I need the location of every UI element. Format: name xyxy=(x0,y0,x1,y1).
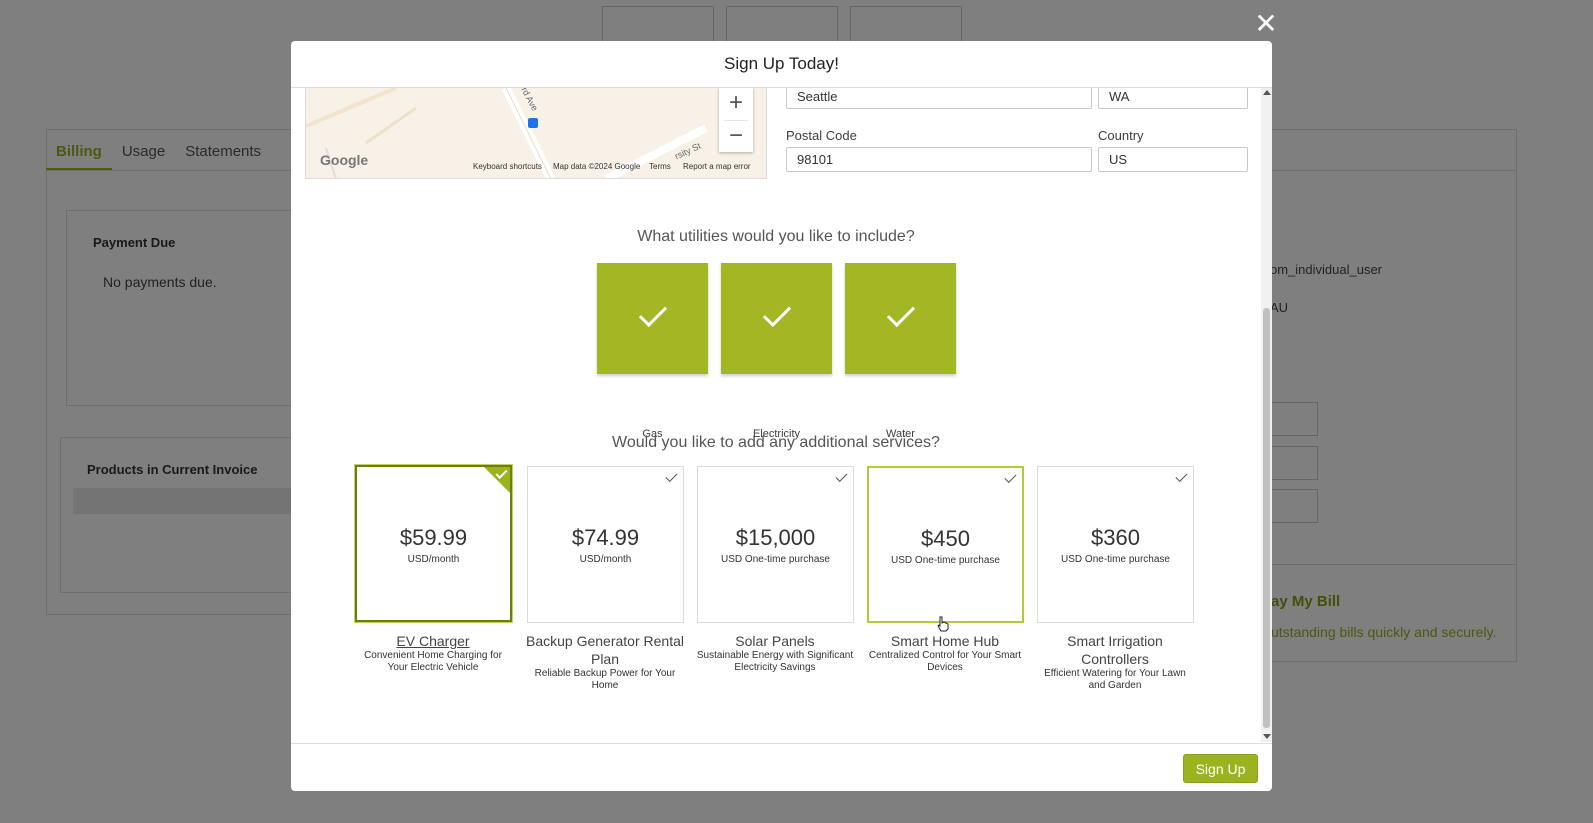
check-icon xyxy=(1175,469,1188,483)
service-price: $450 xyxy=(921,526,970,551)
service-price: $74.99 xyxy=(571,525,640,550)
utilities-question: What utilities would you like to include… xyxy=(637,228,915,245)
country-label: Country xyxy=(1098,128,1144,143)
service-price-unit: USD/month xyxy=(579,554,632,565)
service-name-backup-generator[interactable]: Backup Generator Rental Plan xyxy=(525,632,685,668)
service-card-solar-panels[interactable]: $15,000 USD One-time purchase xyxy=(697,466,854,623)
check-icon xyxy=(886,298,916,328)
map[interactable]: rd Ave rsity St + − Google Keyboard shor… xyxy=(305,88,767,179)
utility-tile-water[interactable] xyxy=(845,263,956,374)
postal-code-field[interactable]: 98101 xyxy=(786,147,1092,172)
service-name-solar-panels[interactable]: Solar Panels xyxy=(695,632,855,650)
service-price-unit: USD One-time purchase xyxy=(891,555,1000,566)
service-description: Reliable Backup Power for Your Home xyxy=(534,668,676,691)
country-field[interactable]: US xyxy=(1098,147,1248,172)
modal-body: rd Ave rsity St + − Google Keyboard shor… xyxy=(291,88,1272,742)
modal-scrollbar[interactable] xyxy=(1261,88,1272,742)
utility-tile-electricity[interactable] xyxy=(721,263,832,374)
hand-cursor-icon xyxy=(937,616,949,632)
scrollbar-thumb[interactable] xyxy=(1263,308,1270,728)
scroll-down-icon[interactable] xyxy=(1263,734,1271,739)
service-card-backup-generator[interactable]: $74.99 USD/month xyxy=(527,466,684,623)
service-price: $15,000 xyxy=(735,525,816,550)
sign-up-button[interactable]: Sign Up xyxy=(1183,754,1258,783)
service-card-smart-irrigation[interactable]: $360 USD One-time purchase xyxy=(1037,466,1194,623)
services-question: Would you like to add any additional ser… xyxy=(612,434,940,451)
city-field[interactable]: Seattle xyxy=(786,88,1092,109)
postal-code-label: Postal Code xyxy=(786,128,857,143)
map-zoom-controls: + − xyxy=(719,88,753,152)
service-price-unit: USD One-time purchase xyxy=(721,554,830,565)
map-report-error-link[interactable]: Report a map error xyxy=(683,162,751,171)
service-description: Centralized Control for Your Smart Devic… xyxy=(868,650,1022,673)
bus-stop-icon[interactable] xyxy=(528,118,538,128)
check-icon xyxy=(762,298,792,328)
map-keyboard-shortcuts[interactable]: Keyboard shortcuts xyxy=(473,162,542,171)
modal-footer: Sign Up xyxy=(291,743,1272,791)
signup-modal: Sign Up Today! rd Ave rsity St + − Googl… xyxy=(291,41,1272,791)
service-card-ev-charger[interactable]: $59.99 USD/month xyxy=(355,465,512,622)
check-icon xyxy=(638,298,668,328)
service-price: $360 xyxy=(1091,525,1140,550)
google-logo: Google xyxy=(320,152,369,168)
map-data-credit: Map data ©2024 Google xyxy=(553,162,641,171)
check-icon xyxy=(835,469,848,483)
check-icon xyxy=(665,469,678,483)
service-name-smart-irrigation[interactable]: Smart Irrigation Controllers xyxy=(1035,632,1195,668)
utility-tile-gas[interactable] xyxy=(597,263,708,374)
service-price-unit: USD/month xyxy=(407,554,460,565)
map-terms-link[interactable]: Terms xyxy=(649,162,671,171)
check-icon xyxy=(1004,470,1017,484)
service-price: $59.99 xyxy=(399,525,468,550)
zoom-in-button[interactable]: + xyxy=(719,88,753,120)
modal-title: Sign Up Today! xyxy=(291,41,1272,88)
service-description: Sustainable Energy with Significant Elec… xyxy=(696,650,854,673)
state-field[interactable]: WA xyxy=(1098,88,1248,109)
zoom-out-button[interactable]: − xyxy=(719,121,753,153)
service-name-ev-charger[interactable]: EV Charger xyxy=(353,632,513,650)
service-card-smart-home-hub[interactable]: $450 USD One-time purchase xyxy=(867,466,1024,623)
service-description: Convenient Home Charging for Your Electr… xyxy=(364,650,502,673)
close-icon[interactable]: ✕ xyxy=(1252,10,1280,38)
service-price-unit: USD One-time purchase xyxy=(1061,554,1170,565)
service-description: Efficient Watering for Your Lawn and Gar… xyxy=(1044,668,1186,691)
service-name-smart-home-hub[interactable]: Smart Home Hub xyxy=(865,632,1025,650)
scroll-up-icon[interactable] xyxy=(1263,90,1271,95)
